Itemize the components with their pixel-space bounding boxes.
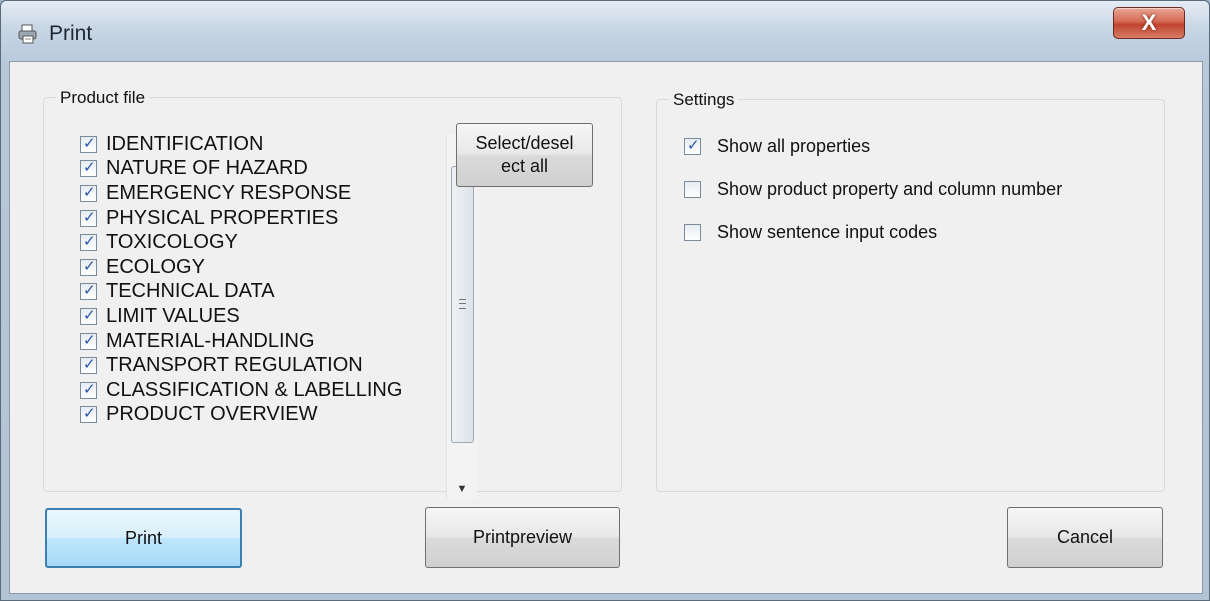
checklist-scrollbar[interactable]: ▲ ▼: [446, 134, 477, 499]
grip-icon: [459, 299, 466, 309]
list-item-label: PHYSICAL PROPERTIES: [106, 206, 339, 229]
settings-group: Settings Show all properties Show produc…: [656, 90, 1165, 492]
close-button[interactable]: X: [1113, 7, 1185, 39]
setting-show-sentence-input-codes[interactable]: Show sentence input codes: [684, 211, 1062, 254]
print-button-label: Print: [124, 527, 162, 548]
checkbox-checked[interactable]: [80, 380, 97, 399]
checkbox-checked[interactable]: [80, 355, 97, 375]
list-item[interactable]: IDENTIFICATION: [80, 132, 430, 157]
dialog-body: Product file IDENTIFICATION NATURE OF HA…: [9, 61, 1203, 594]
checkbox-checked[interactable]: [80, 134, 97, 153]
select-deselect-all-label-line2: ect all: [500, 156, 549, 176]
list-item[interactable]: TOXICOLOGY: [80, 230, 430, 255]
printpreview-button-label: Printpreview: [472, 527, 573, 547]
setting-label: Show all properties: [717, 136, 871, 156]
list-item[interactable]: TECHNICAL DATA: [80, 280, 430, 305]
list-item-label: NATURE OF HAZARD: [106, 157, 308, 180]
scroll-thumb[interactable]: [451, 166, 474, 443]
settings-group-title: Settings: [669, 90, 739, 110]
product-file-group: Product file IDENTIFICATION NATURE OF HA…: [43, 88, 622, 499]
settings-options: Show all properties Show product propert…: [684, 125, 1062, 254]
cancel-button[interactable]: Cancel: [1007, 507, 1163, 568]
list-item[interactable]: LIMIT VALUES: [80, 304, 430, 329]
cancel-button-label: Cancel: [1056, 527, 1114, 547]
list-item[interactable]: EMERGENCY RESPONSE: [80, 181, 430, 206]
setting-show-all-properties[interactable]: Show all properties: [684, 125, 1062, 168]
product-file-checklist[interactable]: IDENTIFICATION NATURE OF HAZARD EMERGENC…: [80, 132, 430, 427]
list-item-label: MATERIAL-HANDLING: [106, 329, 315, 352]
list-item[interactable]: ECOLOGY: [80, 255, 430, 280]
list-item-label: CLASSIFICATION & LABELLING: [106, 378, 403, 401]
setting-label: Show sentence input codes: [717, 222, 938, 242]
product-file-group-title: Product file: [56, 88, 150, 108]
select-deselect-all-button[interactable]: Select/desel ect all: [456, 123, 593, 187]
printer-icon: [17, 23, 39, 45]
checkbox-unchecked[interactable]: [684, 224, 701, 241]
list-item-label: ECOLOGY: [106, 255, 205, 278]
list-item-label: IDENTIFICATION: [106, 132, 264, 155]
checkbox-checked[interactable]: [80, 331, 97, 350]
checkbox-checked[interactable]: [80, 281, 97, 301]
title-bar[interactable]: Print X: [1, 1, 1209, 61]
list-item-label: TECHNICAL DATA: [106, 280, 275, 303]
close-icon: X: [1141, 10, 1157, 35]
list-item-label: TOXICOLOGY: [106, 231, 238, 254]
list-item[interactable]: MATERIAL-HANDLING: [80, 329, 430, 354]
list-item-label: LIMIT VALUES: [106, 304, 240, 327]
print-button[interactable]: Print: [45, 508, 242, 568]
window-title: Print: [49, 22, 93, 45]
list-item-label: EMERGENCY RESPONSE: [106, 181, 352, 204]
scroll-down-arrow-icon[interactable]: ▼: [447, 479, 477, 499]
checkbox-checked[interactable]: [80, 158, 97, 178]
list-item[interactable]: TRANSPORT REGULATION: [80, 353, 430, 378]
list-item[interactable]: PRODUCT OVERVIEW: [80, 403, 430, 428]
select-deselect-all-label-line1: Select/desel: [475, 133, 574, 153]
setting-label: Show product property and column number: [717, 179, 1063, 199]
checkbox-checked[interactable]: [80, 208, 97, 227]
checkbox-checked[interactable]: [80, 232, 97, 252]
list-item-label: TRANSPORT REGULATION: [106, 354, 363, 377]
checkbox-checked[interactable]: [80, 257, 97, 276]
checkbox-checked[interactable]: [80, 306, 97, 325]
checkbox-checked[interactable]: [684, 136, 701, 155]
checkbox-checked[interactable]: [80, 183, 97, 202]
list-item-label: PRODUCT OVERVIEW: [106, 403, 318, 426]
printpreview-button[interactable]: Printpreview: [425, 507, 620, 568]
list-item[interactable]: NATURE OF HAZARD: [80, 157, 430, 182]
checkbox-unchecked[interactable]: [684, 181, 701, 198]
list-item[interactable]: CLASSIFICATION & LABELLING: [80, 378, 430, 403]
print-dialog: Print X Product file IDENTIFICATION NATU…: [0, 0, 1210, 601]
list-item[interactable]: PHYSICAL PROPERTIES: [80, 206, 430, 231]
setting-show-product-property-column[interactable]: Show product property and column number: [684, 168, 1062, 211]
checkbox-checked[interactable]: [80, 404, 97, 424]
